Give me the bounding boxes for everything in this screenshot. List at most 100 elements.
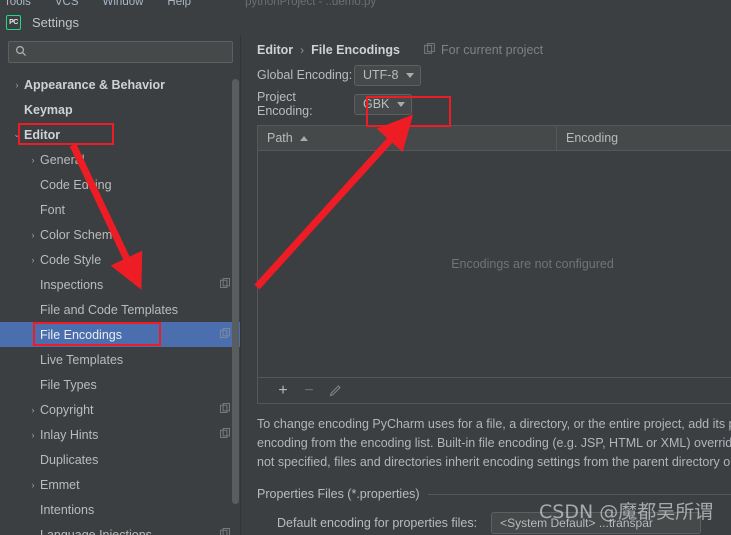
csdn-watermark: CSDN @魔都吴所谓 xyxy=(539,501,714,523)
sidebar-item-file-types[interactable]: File Types xyxy=(0,372,241,397)
chevron-right-icon[interactable]: › xyxy=(26,430,40,440)
breadcrumb: Editor › File Encodings For current proj… xyxy=(257,35,731,59)
breadcrumb-parent[interactable]: Editor xyxy=(257,43,293,57)
chevron-right-icon[interactable]: › xyxy=(10,80,24,90)
global-encoding-value: UTF-8 xyxy=(363,68,399,82)
column-header-encoding-label: Encoding xyxy=(566,131,619,145)
menu-item-tools[interactable]: Tools xyxy=(4,0,31,8)
sidebar-item-file-encodings[interactable]: File Encodings xyxy=(0,322,241,347)
project-scope-icon xyxy=(424,42,436,58)
sidebar-item-label: Live Templates xyxy=(40,352,124,367)
remove-encoding-button: − xyxy=(304,381,314,399)
sidebar-item-emmet[interactable]: › Emmet xyxy=(0,472,241,497)
project-scope-icon xyxy=(220,527,231,535)
help-text: To change encoding PyCharm uses for a fi… xyxy=(257,415,731,472)
pycharm-logo-icon: PC xyxy=(6,14,21,30)
help-text-line: To change encoding PyCharm uses for a fi… xyxy=(257,417,731,431)
sidebar-item-label: Inlay Hints xyxy=(40,427,99,442)
edit-encoding-button xyxy=(322,380,348,402)
sort-ascending-icon xyxy=(299,135,308,141)
menu-item-window[interactable]: Window xyxy=(103,0,144,8)
sidebar-item-inlay-hints[interactable]: › Inlay Hints xyxy=(0,422,241,447)
sidebar-item-keymap[interactable]: Keymap xyxy=(0,97,241,122)
sidebar-item-label: Inspections xyxy=(40,277,104,292)
file-encodings-panel: Editor › File Encodings For current proj… xyxy=(241,35,731,535)
encodings-table: Path Encoding Encodings are not configur… xyxy=(257,125,731,378)
sidebar-item-label: General xyxy=(40,152,85,167)
sidebar-item-editor[interactable]: ⌄ Editor xyxy=(0,122,241,147)
sidebar-item-copyright[interactable]: › Copyright xyxy=(0,397,241,422)
sidebar-item-inspections[interactable]: Inspections xyxy=(0,272,241,297)
sidebar-item-label: Appearance & Behavior xyxy=(24,77,166,92)
page-title: Settings xyxy=(32,14,79,30)
sidebar-item-general[interactable]: › General xyxy=(0,147,241,172)
sidebar-item-font[interactable]: Font xyxy=(0,197,241,222)
sidebar-item-label: Keymap xyxy=(24,102,73,117)
section-divider xyxy=(427,493,731,495)
sidebar-item-code-style[interactable]: › Code Style xyxy=(0,247,241,272)
sidebar-item-label: Intentions xyxy=(40,502,95,517)
settings-sidebar: › Appearance & Behavior Keymap ⌄ Editor › Gene… xyxy=(0,35,241,535)
project-encoding-row: Project Encoding: GBK xyxy=(257,90,731,118)
sidebar-item-label: Font xyxy=(40,202,66,217)
encodings-table-body: Encodings are not configured xyxy=(258,151,731,377)
sidebar-item-file-and-code-templates[interactable]: File and Code Templates xyxy=(0,297,241,322)
search-icon xyxy=(15,45,27,60)
breadcrumb-separator-icon: › xyxy=(300,43,305,57)
sidebar-scrollbar[interactable] xyxy=(232,79,239,504)
sidebar-item-label: Code Style xyxy=(40,252,102,267)
scope-note-label: For current project xyxy=(441,43,544,57)
project-scope-icon xyxy=(220,427,231,442)
encodings-table-header: Path Encoding xyxy=(258,126,731,151)
sidebar-item-language-injections[interactable]: Language Injections xyxy=(0,522,241,535)
sidebar-item-color-scheme[interactable]: › Color Scheme xyxy=(0,222,241,247)
menu-item-vcs[interactable]: VCS xyxy=(55,0,79,8)
breadcrumb-current: File Encodings xyxy=(311,43,401,57)
help-text-line: encoding from the encoding list. Built-i… xyxy=(257,436,731,450)
project-scope-icon xyxy=(220,277,231,292)
sidebar-item-label: Duplicates xyxy=(40,452,99,467)
global-encoding-dropdown[interactable]: UTF-8 xyxy=(354,64,422,86)
column-header-path-label: Path xyxy=(267,131,293,145)
menubar-project-label: pythonProject - ..demo.py xyxy=(245,0,377,8)
default-properties-encoding-label: Default encoding for properties files: xyxy=(277,516,478,530)
empty-state-message: Encodings are not configured xyxy=(451,257,614,271)
sidebar-item-code-editing[interactable]: Code Editing xyxy=(0,172,241,197)
search-box[interactable] xyxy=(8,41,233,63)
sidebar-item-label: Code Editing xyxy=(40,177,112,192)
chevron-right-icon[interactable]: › xyxy=(26,255,40,265)
help-text-line: not specified, files and directories inh… xyxy=(257,455,731,469)
settings-title-bar: PC Settings xyxy=(0,9,731,35)
project-scope-icon xyxy=(220,402,231,417)
sidebar-item-label: Copyright xyxy=(40,402,94,417)
search-input[interactable] xyxy=(32,44,226,60)
project-encoding-dropdown[interactable]: GBK xyxy=(354,93,413,115)
column-header-encoding[interactable]: Encoding xyxy=(557,126,618,150)
sidebar-item-live-templates[interactable]: Live Templates xyxy=(0,347,241,372)
application-menu-bar: Tools VCS Window Help pythonProject - ..demo… xyxy=(0,0,731,9)
chevron-right-icon[interactable]: › xyxy=(26,405,40,415)
chevron-down-icon[interactable]: ⌄ xyxy=(10,129,24,140)
chevron-down-icon xyxy=(406,72,415,78)
properties-files-section-title: Properties Files (*.properties) xyxy=(257,487,420,501)
project-scope-icon xyxy=(220,327,231,342)
sidebar-item-intentions[interactable]: Intentions xyxy=(0,497,241,522)
sidebar-item-label: Language Injections xyxy=(40,527,152,535)
column-header-path[interactable]: Path xyxy=(258,126,557,150)
chevron-down-icon xyxy=(397,101,406,107)
sidebar-item-label: File and Code Templates xyxy=(40,302,179,317)
project-encoding-value: GBK xyxy=(363,97,390,111)
global-encoding-label: Global Encoding: xyxy=(257,68,353,82)
sidebar-item-label: File Encodings xyxy=(40,327,122,342)
sidebar-item-label: File Types xyxy=(40,377,97,392)
encodings-table-toolbar: + − xyxy=(257,378,731,404)
menu-item-help[interactable]: Help xyxy=(167,0,191,8)
scope-note: For current project xyxy=(424,42,544,58)
chevron-right-icon[interactable]: › xyxy=(26,230,40,240)
sidebar-item-appearance-behavior[interactable]: › Appearance & Behavior xyxy=(0,72,241,97)
add-encoding-button[interactable]: + xyxy=(270,380,296,402)
sidebar-item-duplicates[interactable]: Duplicates xyxy=(0,447,241,472)
chevron-right-icon[interactable]: › xyxy=(26,480,40,490)
sidebar-item-label: Editor xyxy=(24,127,61,142)
chevron-right-icon[interactable]: › xyxy=(26,155,40,165)
